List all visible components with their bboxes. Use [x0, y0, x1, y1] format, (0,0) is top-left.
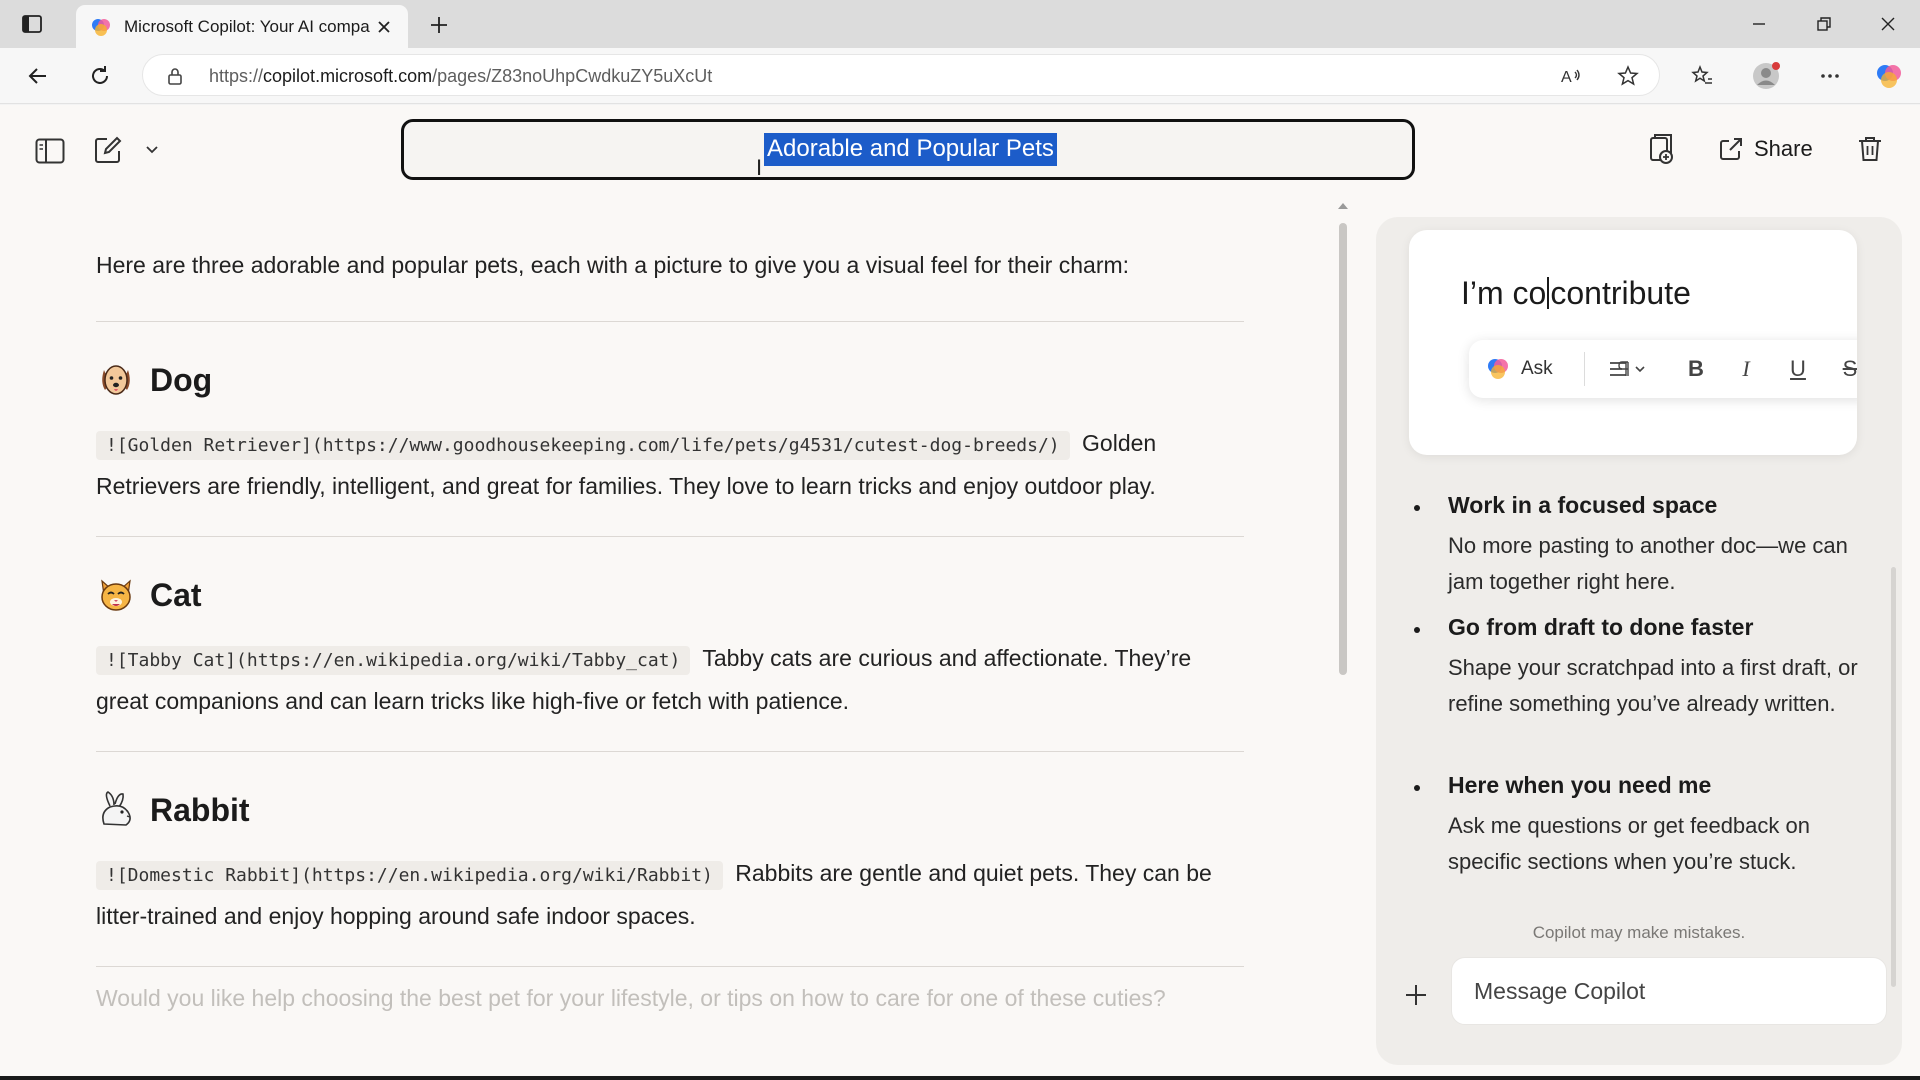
page-title-field[interactable]: Adorable and Popular Pets: [401, 119, 1415, 180]
dog-emoji-icon: [102, 365, 130, 395]
ask-label: Ask: [1521, 358, 1553, 379]
browser-toolbar: https://copilot.microsoft.com/pages/Z83n…: [0, 48, 1920, 104]
closing-question: Would you like help choosing the best pe…: [96, 985, 1166, 1011]
url-scheme: https://: [209, 66, 264, 86]
section-title: Rabbit: [150, 791, 250, 828]
section-paragraph-cat: ![Tabby Cat](https://en.wikipedia.org/wi…: [96, 638, 1244, 721]
divider: [96, 536, 1244, 537]
svg-text:A: A: [1561, 69, 1572, 86]
feature-body: Shape your scratchpad into a first draft…: [1448, 655, 1858, 716]
url-host: copilot.microsoft.com: [263, 66, 433, 86]
active-tab[interactable]: Microsoft Copilot: Your AI compa: [76, 5, 408, 48]
back-icon[interactable]: [22, 60, 54, 92]
divider: [96, 966, 1244, 967]
intro-paragraph: Here are three adorable and popular pets…: [96, 252, 1130, 278]
italic-button[interactable]: I: [1731, 352, 1761, 386]
lock-icon[interactable]: [165, 66, 185, 86]
copilot-icon: [1488, 359, 1508, 379]
feature-title: Here when you need me: [1448, 772, 1712, 798]
delete-icon[interactable]: [1852, 131, 1888, 167]
bullet-dot: [1414, 627, 1420, 633]
feature-body: Ask me questions or get feedback on spec…: [1448, 813, 1810, 874]
scroll-up-arrow-icon[interactable]: [1338, 203, 1348, 209]
feature-title: Work in a focused space: [1448, 492, 1718, 518]
divider: [96, 321, 1244, 322]
text-cursor-icon: I: [756, 155, 763, 180]
copilot-panel: I’m co contribute Ask B I U S Work in a f…: [1376, 217, 1902, 1065]
add-page-icon[interactable]: [1644, 129, 1680, 169]
section-heading-cat: Cat: [96, 575, 202, 615]
share-label: Share: [1754, 136, 1813, 161]
chevron-down-icon[interactable]: [140, 137, 164, 161]
toolbar-divider: [1584, 352, 1585, 386]
section-title: Dog: [150, 361, 213, 398]
cat-emoji-icon: [101, 579, 131, 611]
strikethrough-button[interactable]: S: [1835, 352, 1857, 386]
tab-actions-icon[interactable]: [18, 10, 46, 38]
section-paragraph-rabbit: ![Domestic Rabbit](https://en.wikipedia.…: [96, 853, 1244, 936]
close-window-icon[interactable]: [1868, 8, 1908, 40]
document-scrollbar[interactable]: [1339, 223, 1347, 675]
underline-button[interactable]: U: [1783, 352, 1813, 386]
paragraph-style-icon: [1610, 361, 1645, 376]
share-icon: [1720, 138, 1742, 160]
sidebar-toggle-icon[interactable]: [32, 133, 68, 169]
section-heading-dog: Dog: [96, 360, 212, 400]
divider: [96, 751, 1244, 752]
feature-title: Go from draft to done faster: [1448, 614, 1754, 640]
tab-title: Microsoft Copilot: Your AI compa: [124, 16, 370, 36]
message-input[interactable]: Message Copilot: [1451, 957, 1887, 1025]
url-text[interactable]: https://copilot.microsoft.com/pages/Z83n…: [209, 66, 712, 87]
formatting-toolbar: Ask B I U S: [1469, 340, 1857, 398]
refresh-icon[interactable]: [84, 60, 116, 92]
minimize-icon[interactable]: [1739, 8, 1779, 40]
copilot-favicon-icon: [92, 18, 110, 36]
browser-tab-bar: Microsoft Copilot: Your AI compa: [0, 0, 1920, 48]
bold-button[interactable]: B: [1681, 352, 1711, 386]
section-heading-rabbit: Rabbit: [96, 790, 250, 830]
paragraph-style-dropdown[interactable]: [1605, 352, 1651, 386]
read-aloud-icon[interactable]: A: [1559, 63, 1585, 89]
markdown-code: ![Tabby Cat](https://en.wikipedia.org/wi…: [96, 646, 691, 675]
ask-button[interactable]: Ask: [1485, 352, 1553, 386]
url-path: /pages/Z83noUhpCwdkuZY5uXcUt: [432, 66, 713, 86]
rabbit-emoji-icon: [102, 791, 131, 826]
scratchpad-text[interactable]: I’m co contribute: [1461, 275, 1691, 312]
new-tab-icon[interactable]: [424, 10, 454, 40]
page-title-selected-text[interactable]: Adorable and Popular Pets: [764, 133, 1057, 166]
draft-text-after-caret: contribute: [1550, 275, 1691, 311]
bullet-dot: [1414, 505, 1420, 511]
profile-avatar-icon[interactable]: [1750, 60, 1782, 92]
draft-text-before-caret: I’m co: [1461, 275, 1547, 311]
share-button[interactable]: Share: [1718, 127, 1813, 171]
feature-body: No more pasting to another doc—we can ja…: [1448, 533, 1848, 594]
add-attachment-icon[interactable]: [1398, 977, 1434, 1013]
restore-icon[interactable]: [1804, 8, 1844, 40]
scratchpad-card[interactable]: I’m co contribute Ask B I U S: [1409, 230, 1857, 455]
section-title: Cat: [150, 576, 202, 613]
section-paragraph-dog: ![Golden Retriever](https://www.goodhous…: [96, 423, 1244, 506]
copilot-sidebar-icon[interactable]: [1873, 60, 1905, 92]
more-options-icon[interactable]: [1814, 60, 1846, 92]
copilot-page: Adorable and Popular Pets I Share Here a…: [0, 105, 1920, 1077]
address-bar[interactable]: https://copilot.microsoft.com/pages/Z83n…: [142, 54, 1660, 96]
bullet-dot: [1414, 785, 1420, 791]
markdown-code: ![Domestic Rabbit](https://en.wikipedia.…: [96, 861, 723, 890]
tab-close-icon[interactable]: [372, 15, 396, 39]
favorites-icon[interactable]: [1686, 60, 1718, 92]
window-bottom-edge: [0, 1076, 1920, 1080]
markdown-code: ![Golden Retriever](https://www.goodhous…: [96, 431, 1070, 460]
disclaimer-text: Copilot may make mistakes.: [1532, 923, 1746, 942]
favorite-star-icon[interactable]: [1615, 63, 1641, 89]
new-page-icon[interactable]: [90, 132, 126, 168]
